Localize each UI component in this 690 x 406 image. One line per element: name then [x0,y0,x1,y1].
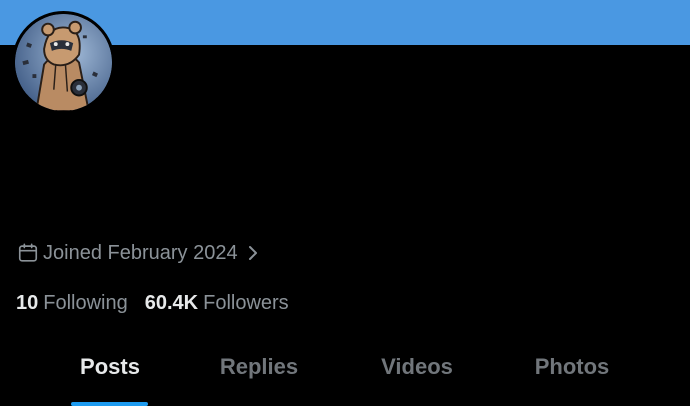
tab-replies[interactable]: Replies [220,354,298,380]
profile-stats: 10 Following 60.4K Followers [16,292,306,315]
joined-date-text: Joined February 2024 [43,241,238,264]
active-tab-indicator [71,402,148,406]
followers-count: 60.4K [144,292,199,314]
tab-posts[interactable]: Posts [80,354,140,380]
avatar-illustration [15,14,112,111]
calendar-icon [18,243,38,262]
tab-videos[interactable]: Videos [381,354,453,380]
following-link[interactable]: 10 Following [16,292,128,315]
joined-date[interactable]: Joined February 2024 [17,240,260,266]
followers-link[interactable]: 60.4K Followers [145,292,289,315]
profile-tabs: Posts Replies Videos Photos [0,340,690,406]
followers-label: Followers [203,292,289,314]
tab-photos[interactable]: Photos [535,354,610,380]
following-label: Following [43,292,128,314]
following-count: 10 [16,292,39,314]
avatar[interactable] [12,11,115,114]
chevron-right-icon [248,246,257,260]
